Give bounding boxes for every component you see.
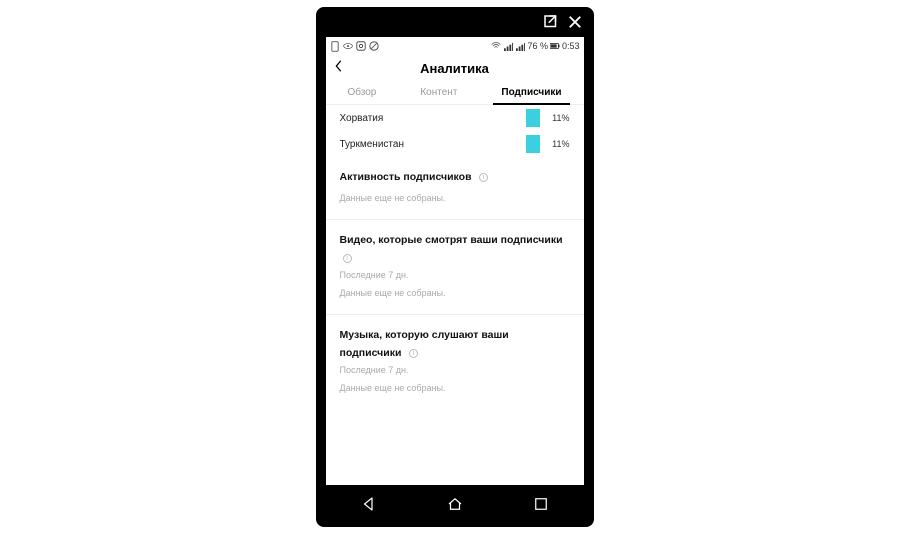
- content-scroll[interactable]: Хорватия 11% Туркменистан 11% Активность…: [326, 105, 584, 485]
- subtitle: Последние 7 дн.: [340, 365, 570, 375]
- country-bar: [526, 135, 540, 153]
- country-name: Туркменистан: [340, 139, 480, 150]
- tab-overview[interactable]: Обзор: [343, 81, 380, 104]
- country-bar: [526, 109, 540, 127]
- close-icon[interactable]: [566, 13, 584, 36]
- back-button[interactable]: [332, 59, 346, 78]
- section-title: Видео, которые смотрят ваши подписчики: [340, 234, 563, 246]
- country-row: Хорватия 11%: [326, 105, 584, 131]
- phone-icon: [330, 41, 340, 51]
- section-music: Музыка, которую слушают ваши подписчики …: [326, 315, 584, 399]
- android-navbar: [326, 485, 584, 527]
- empty-text: Данные еще не собраны.: [340, 383, 570, 393]
- nodata-icon: [369, 41, 379, 51]
- section-videos: Видео, которые смотрят ваши подписчики i…: [326, 220, 584, 304]
- tab-followers[interactable]: Подписчики: [497, 81, 565, 104]
- header: Аналитика: [326, 55, 584, 81]
- tabs: Обзор Контент Подписчики: [326, 81, 584, 105]
- signal2-icon: [515, 41, 525, 51]
- section-title: Музыка, которую слушают ваши подписчики: [340, 329, 509, 359]
- section-activity: Активность подписчиков i Данные еще не с…: [326, 157, 584, 209]
- nav-recent-icon[interactable]: [532, 495, 550, 518]
- country-pct: 11%: [546, 113, 570, 123]
- page-title: Аналитика: [420, 61, 489, 76]
- info-icon[interactable]: i: [343, 254, 352, 263]
- battery-text: 76 %: [527, 41, 548, 51]
- battery-icon: [550, 41, 560, 51]
- country-pct: 11%: [546, 139, 570, 149]
- eye-icon: [343, 41, 353, 51]
- info-icon[interactable]: i: [409, 349, 418, 358]
- info-icon[interactable]: i: [479, 173, 488, 182]
- section-title: Активность подписчиков: [340, 171, 472, 183]
- country-name: Хорватия: [340, 113, 480, 124]
- device-frame: 76 % 0:53 Аналитика Обзор Контент Подпис…: [316, 7, 594, 527]
- wifi-icon: [491, 41, 501, 51]
- nav-back-icon[interactable]: [360, 495, 378, 518]
- sync-icon: [356, 41, 366, 51]
- open-external-icon[interactable]: [542, 13, 560, 36]
- screen: 76 % 0:53 Аналитика Обзор Контент Подпис…: [326, 37, 584, 485]
- tab-content[interactable]: Контент: [416, 81, 461, 104]
- empty-text: Данные еще не собраны.: [340, 193, 570, 203]
- empty-text: Данные еще не собраны.: [340, 288, 570, 298]
- clock-text: 0:53: [562, 41, 580, 51]
- nav-home-icon[interactable]: [446, 495, 464, 518]
- status-bar: 76 % 0:53: [326, 37, 584, 55]
- subtitle: Последние 7 дн.: [340, 270, 570, 280]
- country-row: Туркменистан 11%: [326, 131, 584, 157]
- signal-icon: [503, 41, 513, 51]
